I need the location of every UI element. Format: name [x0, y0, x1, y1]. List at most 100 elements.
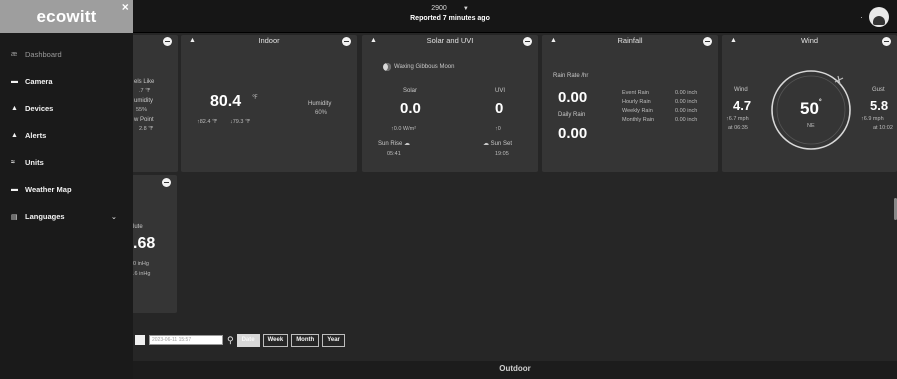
collapse-icon[interactable] — [342, 37, 351, 46]
sunrise-time: 05:41 — [387, 151, 401, 157]
date-type-select[interactable] — [135, 335, 145, 345]
gust-label: Gust — [872, 87, 885, 93]
collapse-icon[interactable] — [162, 178, 171, 187]
pressure-value: .68 — [133, 235, 156, 252]
gust-max-time: at 10:02 — [873, 125, 893, 131]
sidebar-nav: æ Dashboard ▬ Camera ▲ Devices ▲ Alerts … — [0, 41, 133, 230]
camera-icon: ▬ — [11, 78, 18, 85]
gust-value: 5.8 — [870, 98, 889, 113]
event-rain-value: 0.00 inch — [675, 90, 698, 96]
bell-icon[interactable]: ▲ — [370, 35, 377, 47]
feels-like-label: els Like — [134, 79, 155, 85]
solar-value: 0.0 — [400, 100, 421, 117]
date-button[interactable]: Date — [236, 333, 260, 347]
month-button[interactable]: Month — [291, 333, 320, 347]
moon-phase: Waxing Gibbous Moon — [394, 64, 455, 70]
sidebar-item-label: Languages — [25, 212, 65, 221]
humidity-value: 55% — [136, 107, 148, 113]
pressure-label: lute — [133, 224, 143, 230]
indoor-title: Indoor — [258, 36, 280, 45]
daily-rain-value: 0.00 — [558, 125, 588, 142]
bell-icon[interactable]: ▲ — [730, 35, 737, 47]
brand-name: ecowitt — [36, 7, 97, 26]
wind-direction-degrees: 50° — [800, 99, 822, 118]
close-icon[interactable]: × — [122, 1, 129, 13]
collapse-icon[interactable] — [163, 37, 172, 46]
collapse-icon[interactable] — [523, 37, 532, 46]
sidebar-item-alerts[interactable]: ▲ Alerts — [0, 122, 133, 149]
brand-logo: ecowitt × — [0, 0, 133, 33]
sunset-icon: ☁ — [483, 141, 489, 147]
solar-title: Solar and UVI — [426, 36, 474, 45]
week-button[interactable]: Week — [262, 333, 289, 347]
reported-time: Reported 7 minutes ago — [410, 15, 490, 22]
indoor-card: ▲ Indoor 80.4 ℉ ↑82.4 ℉ ↓79.3 ℉ Humidity… — [181, 35, 357, 172]
devices-icon: ▲ — [11, 105, 18, 112]
sidebar-item-units[interactable]: ≈ Units — [0, 149, 133, 176]
wind-title: Wind — [800, 36, 819, 45]
solar-uvi-card: ▲ Solar and UVI Waxing Gibbous Moon Sola… — [362, 35, 538, 172]
station-selector[interactable]: 2900 ▼ Reported 7 minutes ago — [380, 4, 520, 24]
search-icon[interactable]: ⚲ — [227, 335, 234, 346]
sidebar-item-dashboard[interactable]: æ Dashboard — [0, 41, 133, 68]
solar-max: ↑0.0 W/m² — [391, 126, 417, 132]
sidebar-item-devices[interactable]: ▲ Devices — [0, 95, 133, 122]
solar-card-header: ▲ Solar and UVI — [362, 35, 538, 47]
uvi-value: 0 — [495, 100, 504, 117]
dropdown-dot-icon[interactable]: · — [860, 12, 863, 22]
indoor-high: ↑82.4 ℉ — [197, 119, 218, 125]
chevron-down-icon: ⌄ — [111, 213, 117, 221]
indoor-card-header: ▲ Indoor — [181, 35, 357, 47]
sidebar-item-label: Alerts — [25, 131, 47, 140]
units-icon: ≈ — [11, 159, 15, 166]
hourly-rain-label: Hourly Rain — [622, 99, 651, 105]
sunrise-label: Sun Rise ☁ — [378, 141, 411, 147]
monthly-rain-label: Monthly Rain — [622, 117, 655, 123]
top-bar: 2900 ▼ Reported 7 minutes ago · — [0, 0, 897, 33]
uvi-label: UVI — [495, 88, 506, 94]
wind-card: ▲ Wind Wind 4.7 ↑6.7 mph at 06:35 50° NE… — [722, 35, 897, 172]
sidebar: ecowitt × æ Dashboard ▬ Camera ▲ Devices… — [0, 0, 133, 379]
station-name: 2900 — [431, 5, 447, 12]
bell-icon[interactable]: ▲ — [189, 35, 196, 47]
pressure-line2: .6 inHg — [133, 271, 151, 277]
rainfall-title: Rainfall — [617, 36, 643, 45]
languages-icon: ▤ — [11, 213, 18, 221]
weekly-rain-label: Weekly Rain — [622, 108, 653, 114]
sidebar-item-camera[interactable]: ▬ Camera — [0, 68, 133, 95]
indoor-temperature: 80.4 — [210, 93, 242, 110]
sidebar-item-label: Weather Map — [25, 185, 72, 194]
wind-label: Wind — [734, 87, 748, 93]
indoor-humidity-value: 60% — [315, 110, 328, 116]
wind-direction-name: NE — [807, 123, 815, 129]
top-right-controls: · — [860, 7, 889, 27]
sunrise-icon: ☁ — [404, 141, 411, 147]
chevron-down-icon: ▼ — [462, 6, 469, 12]
indoor-humidity-label: Humidity — [308, 101, 332, 107]
hourly-rain-value: 0.00 inch — [675, 99, 698, 105]
dashboard-screen: 2900 ▼ Reported 7 minutes ago · els Like … — [0, 0, 897, 379]
feels-like-value: .7 ℉ — [139, 88, 151, 94]
date-input[interactable]: 2023-06-11 15:57 — [149, 335, 223, 345]
indoor-low: ↓79.3 ℉ — [230, 119, 251, 125]
sidebar-item-languages[interactable]: ▤ Languages ⌄ — [0, 203, 133, 230]
monthly-rain-value: 0.00 inch — [675, 117, 698, 123]
sidebar-item-label: Units — [25, 158, 44, 167]
weekly-rain-value: 0.00 inch — [675, 108, 698, 114]
bell-icon[interactable]: ▲ — [550, 35, 557, 47]
rainfall-card-header: ▲ Rainfall — [542, 35, 718, 47]
user-avatar[interactable] — [869, 7, 889, 27]
collapse-icon[interactable] — [882, 37, 891, 46]
wind-card-header: ▲ Wind — [722, 35, 897, 47]
year-button[interactable]: Year — [322, 333, 345, 347]
event-rain-label: Event Rain — [622, 90, 649, 96]
pressure-line1: 0 inHg — [133, 261, 149, 267]
dew-point-label: w Point — [134, 117, 154, 123]
outdoor-section-header: Outdoor — [133, 361, 897, 379]
sidebar-item-label: Devices — [25, 104, 54, 113]
map-icon: ▬ — [11, 186, 18, 193]
sunset-label: ☁ Sun Set — [483, 141, 513, 147]
rain-rate-label: Rain Rate /hr — [553, 73, 589, 79]
collapse-icon[interactable] — [703, 37, 712, 46]
sidebar-item-weather-map[interactable]: ▬ Weather Map — [0, 176, 133, 203]
